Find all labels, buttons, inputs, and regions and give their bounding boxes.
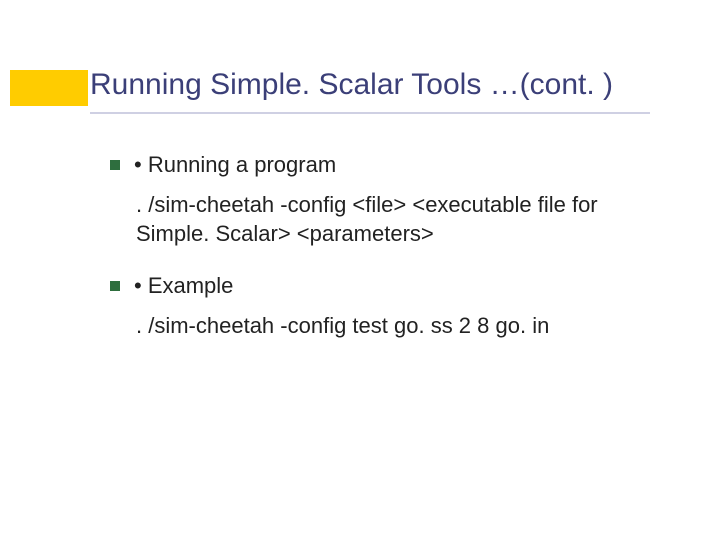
title-underline — [90, 112, 650, 114]
bullet-item: • Example — [110, 271, 650, 301]
bullet-detail: . /sim-cheetah -config test go. ss 2 8 g… — [136, 311, 650, 341]
bullet-square-icon — [110, 281, 120, 291]
slide-body: • Running a program . /sim-cheetah -conf… — [110, 150, 650, 362]
accent-block — [10, 70, 88, 106]
bullet-heading: • Running a program — [134, 150, 336, 180]
bullet-detail: . /sim-cheetah -config <file> <executabl… — [136, 190, 650, 249]
slide: Running Simple. Scalar Tools …(cont. ) •… — [0, 0, 720, 540]
bullet-heading: • Example — [134, 271, 233, 301]
bullet-square-icon — [110, 160, 120, 170]
bullet-item: • Running a program — [110, 150, 650, 180]
slide-title: Running Simple. Scalar Tools …(cont. ) — [90, 68, 613, 102]
